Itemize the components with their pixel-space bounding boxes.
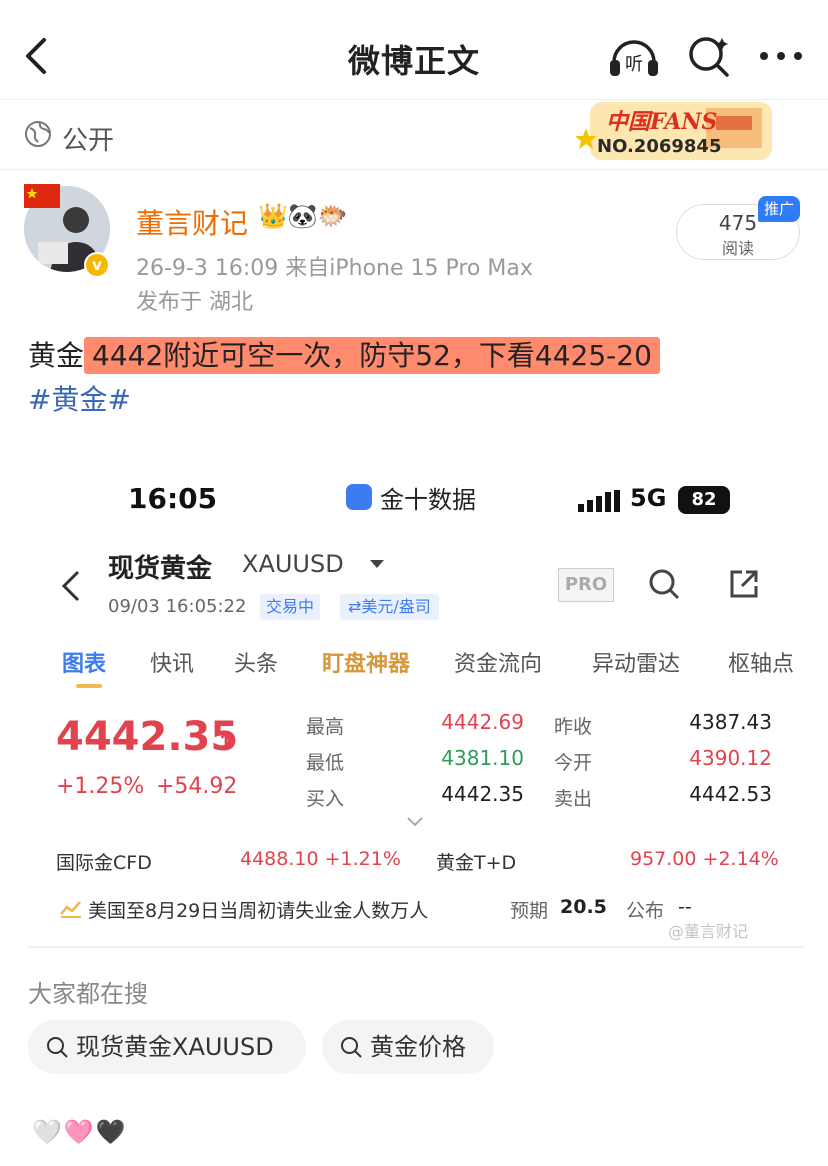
search-chip-xauusd[interactable]: 现货黄金XAUUSD xyxy=(28,1020,306,1074)
post-location: 发布于 湖北 xyxy=(136,290,253,315)
status-bar-time: 16:05 xyxy=(128,482,218,515)
tab-watch-tool: 盯盘神器 xyxy=(322,652,411,677)
published-label: 公布 xyxy=(626,900,665,922)
globe-icon xyxy=(25,121,51,147)
open-label: 今开 xyxy=(554,752,593,774)
quote-datetime: 09/03 16:05:22 xyxy=(108,596,247,617)
author-name[interactable]: 董言财记 xyxy=(136,202,248,242)
high-label: 最高 xyxy=(306,716,345,738)
trending-search-title: 大家都在搜 xyxy=(28,980,148,1008)
chevron-down-icon xyxy=(370,560,384,568)
chip-search-icon xyxy=(47,1037,68,1058)
search-icon[interactable] xyxy=(684,32,734,80)
active-tab-indicator xyxy=(76,684,102,688)
expected-value: 20.5 xyxy=(560,896,607,918)
cfd-label: 国际金CFD xyxy=(56,852,152,874)
fans-badge-number: NO.2069845 xyxy=(597,136,722,157)
price-up-arrow-icon: ↑ xyxy=(216,728,237,756)
footer-hearts: 🤍🩷🖤 xyxy=(32,1118,128,1146)
listen-headphones-icon[interactable]: 听 xyxy=(606,32,662,80)
tab-anomaly-radar: 异动雷达 xyxy=(592,652,681,677)
expected-label: 预期 xyxy=(510,900,549,922)
td-label: 黄金T+D xyxy=(436,852,517,874)
bid-value: 4442.35 xyxy=(441,782,524,806)
read-label: 阅读 xyxy=(721,239,754,258)
economic-event-text: 美国至8月29日当周初请失业金人数万人 xyxy=(88,900,429,922)
tab-headlines: 头条 xyxy=(234,652,279,677)
tab-fund-flow: 资金流向 xyxy=(454,652,543,677)
instrument-title: 现货黄金 xyxy=(108,554,213,584)
visibility-label: 公开 xyxy=(62,126,115,156)
instrument-symbol: XAUUSD xyxy=(242,550,344,578)
change-amount: +54.92 xyxy=(156,774,238,799)
fans-badge-title: 中国FANS xyxy=(606,109,718,135)
screenshot-back-icon xyxy=(61,570,80,602)
expand-chevron-icon xyxy=(407,817,423,827)
open-value: 4390.12 xyxy=(689,746,772,770)
tab-flash: 快讯 xyxy=(150,652,195,677)
low-label: 最低 xyxy=(306,752,345,774)
promote-tag[interactable]: 推广 xyxy=(758,196,800,222)
bid-label: 买入 xyxy=(306,788,345,810)
low-value: 4381.10 xyxy=(441,746,524,770)
network-type: 5G xyxy=(630,484,667,512)
change-percent: +1.25% xyxy=(56,774,145,799)
listen-icon-text: 听 xyxy=(625,54,643,75)
search-chip-gold-price[interactable]: 黄金价格 xyxy=(322,1020,494,1074)
prev-close-label: 昨收 xyxy=(554,716,593,738)
unit-badge: ⇄美元/盎司 xyxy=(340,594,439,620)
app-logo-icon xyxy=(346,484,372,510)
search-chip-label: 现货黄金XAUUSD xyxy=(76,1033,274,1061)
ask-value: 4442.53 xyxy=(689,782,772,806)
td-value: 957.00 +2.14% xyxy=(630,848,779,870)
battery-level: 82 xyxy=(678,486,730,514)
signal-strength-icon xyxy=(578,490,620,512)
published-value: -- xyxy=(678,896,692,918)
tab-pivot: 枢轴点 xyxy=(728,652,795,677)
economic-data-icon xyxy=(60,901,81,918)
post-text: 黄金 4442附近可空一次，防守52，下看4425-20 xyxy=(28,334,660,374)
post-text-highlight: 4442附近可空一次，防守52，下看4425-20 xyxy=(84,337,660,374)
prev-close-value: 4387.43 xyxy=(689,710,772,734)
tab-chart: 图表 xyxy=(62,652,107,677)
screenshot-share-icon xyxy=(730,570,758,598)
status-bar-app-name: 金十数据 xyxy=(380,486,476,514)
more-options-icon[interactable] xyxy=(756,36,806,76)
hashtag-link[interactable]: #黄金# xyxy=(28,378,131,418)
search-chip-label: 黄金价格 xyxy=(370,1033,466,1061)
post-text-prefix: 黄金 xyxy=(28,339,85,372)
verified-badge: v xyxy=(84,252,110,278)
post-timestamp-source: 26-9-3 16:09 来自iPhone 15 Pro Max xyxy=(136,256,533,281)
china-flag-icon xyxy=(24,184,60,208)
author-badges[interactable]: 👑🐼🐡 xyxy=(258,202,348,230)
pro-badge: PRO xyxy=(558,568,614,602)
cfd-value: 4488.10 +1.21% xyxy=(240,848,401,870)
chip-search-icon xyxy=(341,1037,362,1058)
last-price: 4442.35 xyxy=(56,714,239,760)
high-value: 4442.69 xyxy=(441,710,524,734)
ask-label: 卖出 xyxy=(554,788,593,810)
screenshot-search-icon xyxy=(649,569,680,600)
weibo-watermark: @董言财记 xyxy=(668,922,749,941)
trade-status-badge: 交易中 xyxy=(260,594,321,620)
